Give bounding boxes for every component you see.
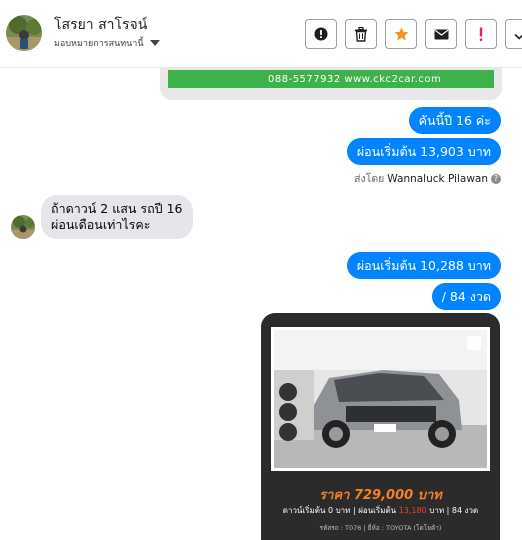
conversation-toolbar (305, 19, 522, 49)
dealer-contact-banner: 088-5577932 www.ckc2car.com (168, 70, 494, 88)
assign-conversation-label: มอบหมายการสนทนานี้ (54, 39, 144, 49)
car-photo (271, 327, 490, 471)
payment-terms: ดาวน์เริ่มต้น 0 บาท | ผ่อนเริ่มต้น 13,18… (261, 504, 500, 517)
terms-monthly-amount: 13,180 (398, 506, 427, 515)
sent-by-note: ส่งโดย Wannaluck Pilawan ? (354, 170, 501, 187)
incoming-message[interactable]: ถ้าดาวน์ 2 แสน รถปี 16 ผ่อนเดือนเท่าไรคะ (41, 195, 193, 239)
message-text: คันนี้ปี 16 ค่ะ (418, 112, 491, 128)
sent-by-prefix: ส่งโดย (354, 173, 385, 185)
car-meta: รหัสรถ : T076 | ยี่ห้อ : TOYOTA (โตโยต้า… (319, 524, 442, 532)
mark-important-button[interactable] (465, 19, 497, 49)
message-text: / 84 งวด (441, 288, 491, 304)
exclamation-icon (479, 27, 483, 41)
mark-spam-button[interactable] (305, 19, 337, 49)
message-text-line-2: ผ่อนเดือนเท่าไรคะ (51, 217, 151, 232)
car-listing-image[interactable]: ราคา 729,000 บาท ดาวน์เริ่มต้น 0 บาท | ผ… (261, 313, 500, 540)
conversation-header: โสรยา สาโรจน์ มอบหมายการสนทนานี้ (0, 0, 522, 68)
assign-conversation-dropdown[interactable]: มอบหมายการสนทนานี้ (54, 36, 160, 50)
mark-unread-button[interactable] (425, 19, 457, 49)
contact-name[interactable]: โสรยา สาโรจน์ (54, 14, 147, 36)
contact-avatar[interactable] (6, 15, 42, 51)
envelope-icon (434, 29, 448, 39)
outgoing-message[interactable]: ผ่อนเริ่มต้น 10,288 บาท (346, 252, 501, 279)
contact-avatar-small (11, 215, 35, 239)
delete-button[interactable] (345, 19, 377, 49)
message-text: ผ่อนเริ่มต้น 10,288 บาท (356, 257, 491, 273)
alert-circle-icon (314, 27, 328, 41)
previous-car-image[interactable]: 088-5577932 www.ckc2car.com (160, 68, 502, 100)
star-icon (394, 27, 408, 41)
outgoing-message[interactable]: / 84 งวด (431, 283, 501, 310)
message-text-line-1: ถ้าดาวน์ 2 แสน รถปี 16 (51, 201, 183, 216)
trash-icon (355, 26, 367, 42)
caret-down-icon (149, 40, 160, 46)
checkmark-icon (513, 33, 522, 40)
mark-done-button[interactable] (505, 19, 522, 49)
message-text: ผ่อนเริ่มต้น 13,903 บาท (356, 143, 491, 159)
sender-name: Wannaluck Pilawan (387, 172, 488, 185)
message-thread[interactable]: 088-5577932 www.ckc2car.com คันนี้ปี 16 … (0, 68, 522, 540)
star-button[interactable] (385, 19, 417, 49)
terms-suffix: บาท | 84 งวด (429, 506, 479, 515)
help-icon[interactable]: ? (491, 173, 501, 184)
outgoing-message[interactable]: ผ่อนเริ่มต้น 13,903 บาท (346, 138, 501, 165)
car-price: ราคา 729,000 บาท (319, 488, 442, 503)
terms-prefix: ดาวน์เริ่มต้น 0 บาท | ผ่อนเริ่มต้น (282, 506, 397, 515)
expand-icon (467, 336, 481, 350)
outgoing-message[interactable]: คันนี้ปี 16 ค่ะ (408, 107, 501, 134)
